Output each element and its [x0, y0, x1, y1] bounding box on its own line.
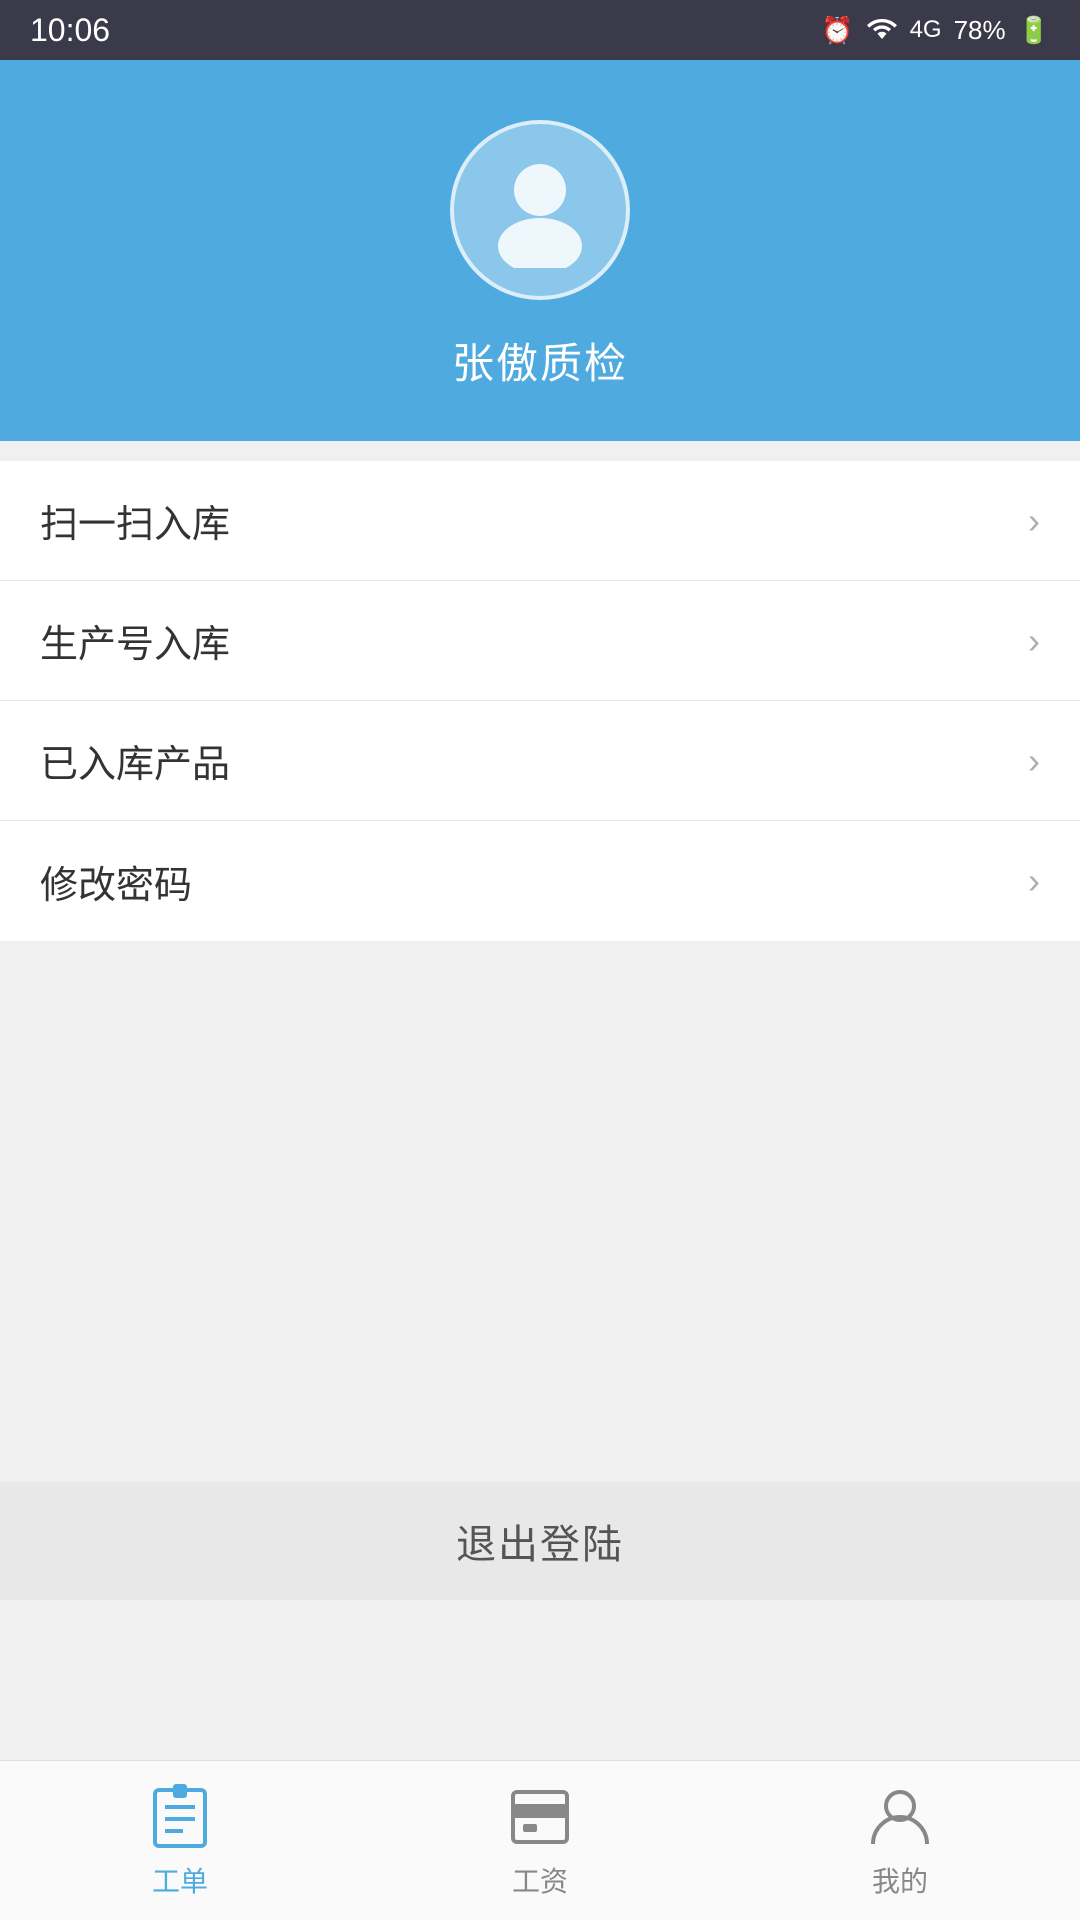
status-icons: ⏰ 4G 78% 🔋: [821, 13, 1050, 48]
menu-item-production-warehouse-label: 生产号入库: [40, 613, 230, 668]
menu-item-scan-warehouse-label: 扫一扫入库: [40, 493, 230, 548]
chevron-icon-stored: ›: [1028, 740, 1040, 782]
my-icon: [865, 1782, 935, 1852]
avatar: [450, 120, 630, 300]
nav-item-work-order[interactable]: 工单: [0, 1782, 360, 1900]
main-content: 张傲质检 扫一扫入库 › 生产号入库 › 已入库产品 › 修改密码 › 退出登陆: [0, 60, 1080, 1760]
alarm-icon: ⏰: [821, 15, 853, 46]
wifi-icon: [866, 13, 898, 48]
menu-item-change-password[interactable]: 修改密码 ›: [0, 821, 1080, 941]
nav-item-salary[interactable]: 工资: [360, 1782, 720, 1900]
spacer: [0, 941, 1080, 1462]
bottom-spacer: [0, 1600, 1080, 1760]
nav-label-work-order: 工单: [152, 1860, 208, 1900]
menu-item-scan-warehouse[interactable]: 扫一扫入库 ›: [0, 461, 1080, 581]
nav-label-salary: 工资: [512, 1860, 568, 1900]
chevron-icon-scan: ›: [1028, 500, 1040, 542]
avatar-icon: [480, 148, 600, 273]
work-order-icon: [145, 1782, 215, 1852]
nav-label-my: 我的: [872, 1860, 928, 1900]
menu-item-stored-products[interactable]: 已入库产品 ›: [0, 701, 1080, 821]
battery-icon: 🔋: [1018, 15, 1050, 46]
logout-button[interactable]: 退出登陆: [0, 1486, 1080, 1596]
battery-text: 78%: [954, 15, 1006, 46]
signal-icon: 4G: [910, 16, 942, 44]
nav-item-my[interactable]: 我的: [720, 1782, 1080, 1900]
profile-header: 张傲质检: [0, 60, 1080, 441]
menu-item-change-password-label: 修改密码: [40, 854, 192, 909]
status-bar: 10:06 ⏰ 4G 78% 🔋: [0, 0, 1080, 60]
salary-icon: [505, 1782, 575, 1852]
profile-name: 张傲质检: [452, 330, 628, 391]
status-time: 10:06: [30, 12, 110, 49]
chevron-icon-password: ›: [1028, 860, 1040, 902]
menu-item-stored-products-label: 已入库产品: [40, 733, 230, 788]
logout-section: 退出登陆: [0, 1482, 1080, 1600]
menu-item-production-warehouse[interactable]: 生产号入库 ›: [0, 581, 1080, 701]
bottom-nav: 工单 工资 我的: [0, 1760, 1080, 1920]
chevron-icon-production: ›: [1028, 620, 1040, 662]
menu-list: 扫一扫入库 › 生产号入库 › 已入库产品 › 修改密码 ›: [0, 461, 1080, 941]
